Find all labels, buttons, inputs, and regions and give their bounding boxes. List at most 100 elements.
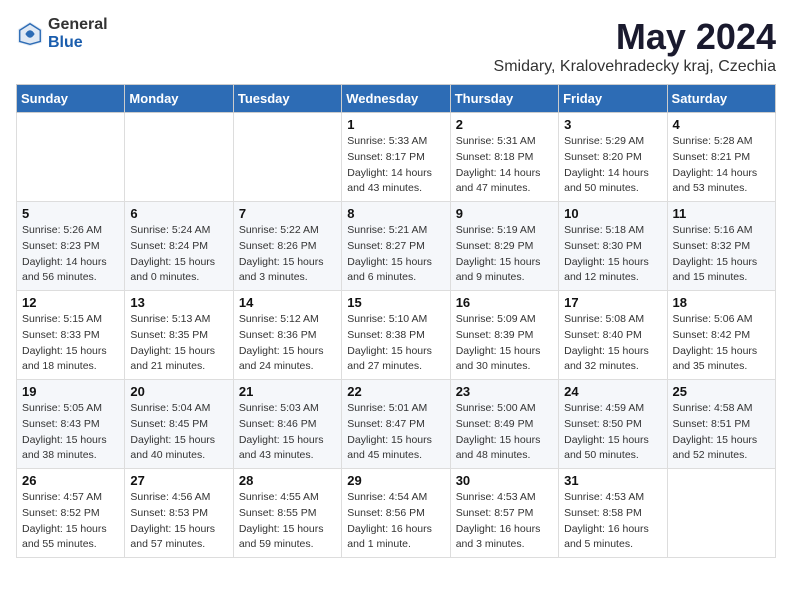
day-number: 7	[239, 206, 336, 221]
day-info: Sunrise: 5:04 AM Sunset: 8:45 PM Dayligh…	[130, 401, 227, 464]
calendar-day-cell: 18Sunrise: 5:06 AM Sunset: 8:42 PM Dayli…	[667, 291, 775, 380]
calendar-week-row: 5Sunrise: 5:26 AM Sunset: 8:23 PM Daylig…	[17, 202, 776, 291]
day-number: 14	[239, 295, 336, 310]
day-number: 1	[347, 117, 444, 132]
day-number: 5	[22, 206, 119, 221]
day-number: 25	[673, 384, 770, 399]
day-info: Sunrise: 4:54 AM Sunset: 8:56 PM Dayligh…	[347, 490, 444, 553]
day-info: Sunrise: 5:08 AM Sunset: 8:40 PM Dayligh…	[564, 312, 661, 375]
day-info: Sunrise: 5:21 AM Sunset: 8:27 PM Dayligh…	[347, 223, 444, 286]
calendar-day-cell: 31 Sunrise: 4:53 AM Sunset: 8:58 PM Dayli…	[559, 469, 667, 558]
day-info: Sunrise: 5:12 AM Sunset: 8:36 PM Dayligh…	[239, 312, 336, 375]
calendar-day-cell: 7 Sunrise: 5:22 AM Sunset: 8:26 PM Daylig…	[233, 202, 341, 291]
calendar-week-row: 26Sunrise: 4:57 AM Sunset: 8:52 PM Dayli…	[17, 469, 776, 558]
calendar-day-cell: 29 Sunrise: 4:54 AM Sunset: 8:56 PM Dayli…	[342, 469, 450, 558]
calendar-day-cell: 30Sunrise: 4:53 AM Sunset: 8:57 PM Dayli…	[450, 469, 558, 558]
day-number: 13	[130, 295, 227, 310]
day-number: 8	[347, 206, 444, 221]
calendar-day-cell: 9 Sunrise: 5:19 AM Sunset: 8:29 PM Daylig…	[450, 202, 558, 291]
weekday-header-friday: Friday	[559, 85, 667, 113]
calendar-day-cell: 28Sunrise: 4:55 AM Sunset: 8:55 PM Dayli…	[233, 469, 341, 558]
day-info: Sunrise: 5:31 AM Sunset: 8:18 PM Dayligh…	[456, 134, 553, 197]
day-number: 16	[456, 295, 553, 310]
day-number: 11	[673, 206, 770, 221]
calendar-day-cell: 23 Sunrise: 5:00 AM Sunset: 8:49 PM Dayli…	[450, 380, 558, 469]
day-info: Sunrise: 5:00 AM Sunset: 8:49 PM Dayligh…	[456, 401, 553, 464]
calendar-day-cell: 27Sunrise: 4:56 AM Sunset: 8:53 PM Dayli…	[125, 469, 233, 558]
calendar-day-cell: 22 Sunrise: 5:01 AM Sunset: 8:47 PM Dayli…	[342, 380, 450, 469]
day-info: Sunrise: 5:29 AM Sunset: 8:20 PM Dayligh…	[564, 134, 661, 197]
calendar-day-cell: 24 Sunrise: 4:59 AM Sunset: 8:50 PM Dayli…	[559, 380, 667, 469]
day-number: 3	[564, 117, 661, 132]
month-title: May 2024	[494, 16, 776, 58]
calendar-day-cell: 6 Sunrise: 5:24 AM Sunset: 8:24 PM Daylig…	[125, 202, 233, 291]
weekday-header-thursday: Thursday	[450, 85, 558, 113]
logo-text: General Blue	[48, 16, 108, 51]
calendar-day-cell: 5Sunrise: 5:26 AM Sunset: 8:23 PM Daylig…	[17, 202, 125, 291]
day-info: Sunrise: 5:03 AM Sunset: 8:46 PM Dayligh…	[239, 401, 336, 464]
day-info: Sunrise: 4:58 AM Sunset: 8:51 PM Dayligh…	[673, 401, 770, 464]
title-area: May 2024 Smidary, Kralovehradecky kraj, …	[494, 16, 776, 76]
day-info: Sunrise: 5:28 AM Sunset: 8:21 PM Dayligh…	[673, 134, 770, 197]
calendar-day-cell: 20 Sunrise: 5:04 AM Sunset: 8:45 PM Dayli…	[125, 380, 233, 469]
day-number: 23	[456, 384, 553, 399]
weekday-header-wednesday: Wednesday	[342, 85, 450, 113]
calendar-week-row: 12 Sunrise: 5:15 AM Sunset: 8:33 PM Dayli…	[17, 291, 776, 380]
page-header: General Blue May 2024 Smidary, Kralovehr…	[16, 16, 776, 76]
day-number: 9	[456, 206, 553, 221]
day-info: Sunrise: 5:09 AM Sunset: 8:39 PM Dayligh…	[456, 312, 553, 375]
weekday-header-monday: Monday	[125, 85, 233, 113]
day-number: 31	[564, 473, 661, 488]
calendar-day-cell: 11Sunrise: 5:16 AM Sunset: 8:32 PM Dayli…	[667, 202, 775, 291]
day-number: 2	[456, 117, 553, 132]
day-number: 22	[347, 384, 444, 399]
day-number: 6	[130, 206, 227, 221]
day-info: Sunrise: 4:53 AM Sunset: 8:58 PM Dayligh…	[564, 490, 661, 553]
calendar-empty-cell	[125, 113, 233, 202]
day-info: Sunrise: 4:55 AM Sunset: 8:55 PM Dayligh…	[239, 490, 336, 553]
day-info: Sunrise: 4:57 AM Sunset: 8:52 PM Dayligh…	[22, 490, 119, 553]
calendar-header-row: SundayMondayTuesdayWednesdayThursdayFrid…	[17, 85, 776, 113]
calendar-day-cell: 26Sunrise: 4:57 AM Sunset: 8:52 PM Dayli…	[17, 469, 125, 558]
calendar-day-cell: 12 Sunrise: 5:15 AM Sunset: 8:33 PM Dayli…	[17, 291, 125, 380]
day-number: 27	[130, 473, 227, 488]
day-info: Sunrise: 5:13 AM Sunset: 8:35 PM Dayligh…	[130, 312, 227, 375]
weekday-header-saturday: Saturday	[667, 85, 775, 113]
day-number: 12	[22, 295, 119, 310]
day-number: 20	[130, 384, 227, 399]
calendar-day-cell: 4 Sunrise: 5:28 AM Sunset: 8:21 PM Daylig…	[667, 113, 775, 202]
calendar-day-cell: 8 Sunrise: 5:21 AM Sunset: 8:27 PM Daylig…	[342, 202, 450, 291]
day-number: 4	[673, 117, 770, 132]
day-number: 15	[347, 295, 444, 310]
day-info: Sunrise: 5:15 AM Sunset: 8:33 PM Dayligh…	[22, 312, 119, 375]
day-info: Sunrise: 5:10 AM Sunset: 8:38 PM Dayligh…	[347, 312, 444, 375]
calendar-week-row: 19Sunrise: 5:05 AM Sunset: 8:43 PM Dayli…	[17, 380, 776, 469]
calendar-week-row: 1Sunrise: 5:33 AM Sunset: 8:17 PM Daylig…	[17, 113, 776, 202]
day-number: 30	[456, 473, 553, 488]
day-info: Sunrise: 4:59 AM Sunset: 8:50 PM Dayligh…	[564, 401, 661, 464]
calendar-day-cell: 14 Sunrise: 5:12 AM Sunset: 8:36 PM Dayli…	[233, 291, 341, 380]
weekday-header-tuesday: Tuesday	[233, 85, 341, 113]
day-info: Sunrise: 5:01 AM Sunset: 8:47 PM Dayligh…	[347, 401, 444, 464]
calendar-day-cell: 3 Sunrise: 5:29 AM Sunset: 8:20 PM Daylig…	[559, 113, 667, 202]
location-title: Smidary, Kralovehradecky kraj, Czechia	[494, 58, 776, 76]
calendar-table: SundayMondayTuesdayWednesdayThursdayFrid…	[16, 84, 776, 558]
day-number: 24	[564, 384, 661, 399]
day-info: Sunrise: 5:24 AM Sunset: 8:24 PM Dayligh…	[130, 223, 227, 286]
day-info: Sunrise: 5:06 AM Sunset: 8:42 PM Dayligh…	[673, 312, 770, 375]
day-number: 29	[347, 473, 444, 488]
weekday-header-sunday: Sunday	[17, 85, 125, 113]
day-number: 17	[564, 295, 661, 310]
calendar-day-cell: 25 Sunrise: 4:58 AM Sunset: 8:51 PM Dayli…	[667, 380, 775, 469]
calendar-day-cell: 19Sunrise: 5:05 AM Sunset: 8:43 PM Dayli…	[17, 380, 125, 469]
logo-general-text: General	[48, 16, 108, 34]
day-info: Sunrise: 5:22 AM Sunset: 8:26 PM Dayligh…	[239, 223, 336, 286]
calendar-day-cell: 10Sunrise: 5:18 AM Sunset: 8:30 PM Dayli…	[559, 202, 667, 291]
calendar-empty-cell	[233, 113, 341, 202]
calendar-day-cell: 13 Sunrise: 5:13 AM Sunset: 8:35 PM Dayli…	[125, 291, 233, 380]
day-number: 10	[564, 206, 661, 221]
calendar-day-cell: 2 Sunrise: 5:31 AM Sunset: 8:18 PM Daylig…	[450, 113, 558, 202]
day-info: Sunrise: 5:19 AM Sunset: 8:29 PM Dayligh…	[456, 223, 553, 286]
calendar-day-cell: 1Sunrise: 5:33 AM Sunset: 8:17 PM Daylig…	[342, 113, 450, 202]
logo: General Blue	[16, 16, 108, 51]
